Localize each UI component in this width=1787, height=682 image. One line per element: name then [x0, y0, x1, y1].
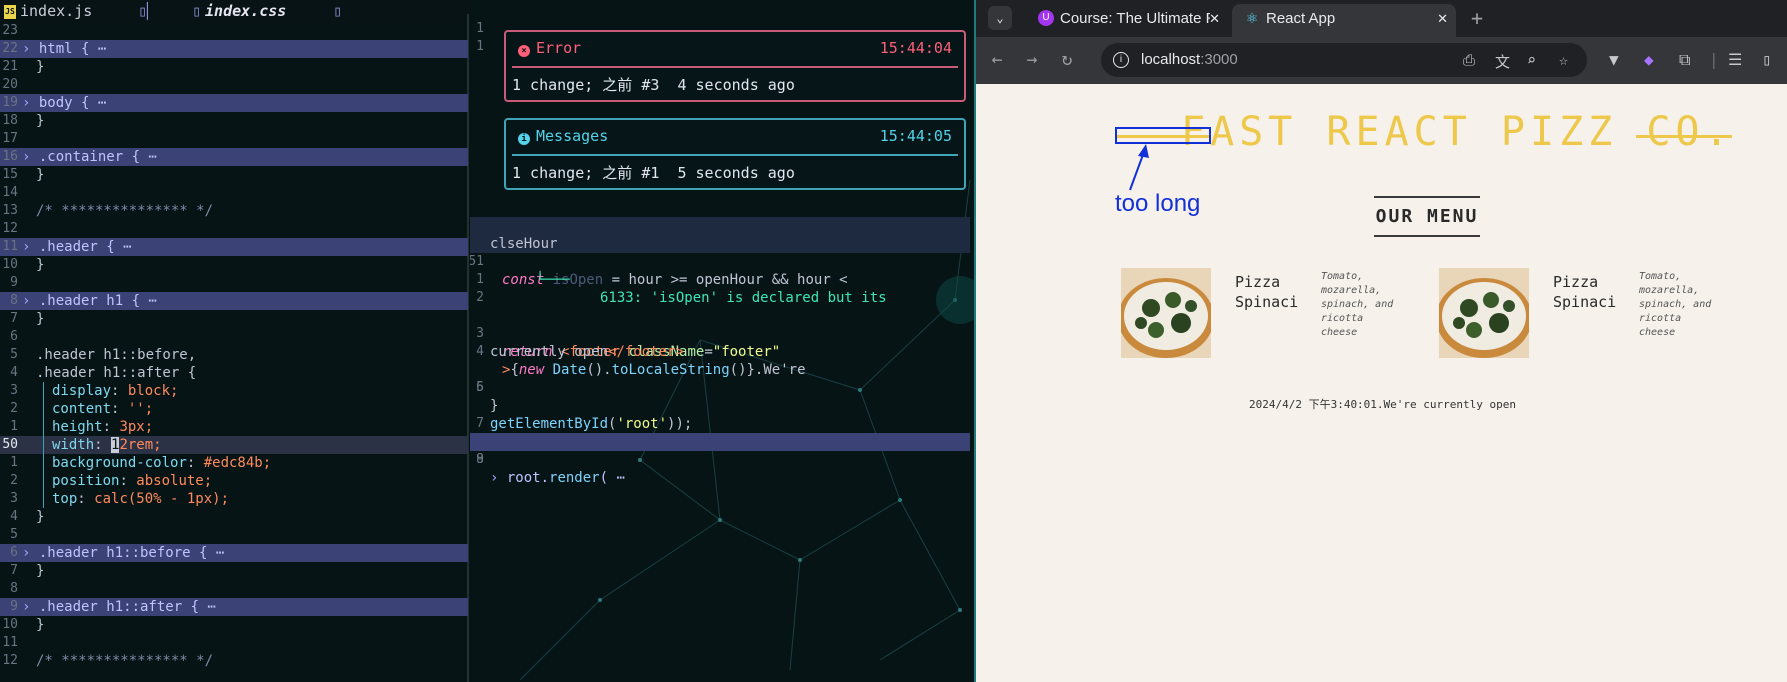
- fold-chevron-icon[interactable]: ›: [22, 149, 39, 165]
- annotation-text: too long: [1115, 190, 1201, 217]
- info-icon: i: [518, 133, 530, 145]
- code-line[interactable]: 7}: [0, 310, 468, 328]
- error-icon: ×: [518, 45, 530, 57]
- js-editor-pane[interactable]: 1 1 1 const clseHour = 23 💡 51 const isO…: [470, 0, 970, 682]
- extensions-puzzle-icon[interactable]: ⧉: [1679, 50, 1690, 70]
- js-file-icon: JS: [4, 4, 16, 19]
- bookmark-star-icon[interactable]: ☆: [1559, 51, 1568, 69]
- fold-chevron-icon[interactable]: ›: [22, 599, 39, 615]
- editor-tab-bar: JS index.js ▯▏ ▯ index.css ▯: [0, 0, 470, 22]
- text-cursor: 1: [111, 437, 120, 453]
- code-line[interactable]: 15}: [0, 166, 468, 184]
- code-line[interactable]: 4}: [0, 508, 468, 526]
- close-icon[interactable]: ✕: [1437, 4, 1448, 33]
- code-line[interactable]: 2 content: '';: [0, 400, 468, 418]
- code-line[interactable]: 12/* *************** */: [0, 652, 468, 670]
- tab-split-marker: ▯▏: [138, 2, 157, 20]
- fold-chevron-icon[interactable]: ›: [22, 545, 39, 561]
- side-panel-icon[interactable]: ▯: [1762, 50, 1772, 70]
- css-editor-pane[interactable]: 23 22 › html { ⋯ 21} 20 19 › body { ⋯ 18} 17 16 › …: [0, 22, 468, 682]
- code-line[interactable]: 21}: [0, 58, 468, 76]
- browser-tab-react-app[interactable]: ⚛ React App ✕: [1232, 4, 1456, 37]
- browser-window: ⌄ UCourse: The Ultimate React ✕ ⚛React A…: [974, 0, 1787, 682]
- pizza-card: Pizza Spinaci Tomato, mozarella, spinach, a…: [1439, 268, 1739, 368]
- logo-title: FAST REACT PIZZ CO.: [1181, 109, 1734, 155]
- reload-icon[interactable]: ↻: [1056, 49, 1078, 71]
- code-line[interactable]: 6 › .header h1::before { ⋯: [0, 544, 468, 562]
- address-bar[interactable]: i localhost:3000 ⎙ 文 ⌕ ☆: [1101, 43, 1587, 77]
- install-app-icon[interactable]: ⎙: [1463, 51, 1475, 69]
- forward-icon[interactable]: →: [1021, 49, 1043, 71]
- error-notification[interactable]: × Error 15:44:04 1 change; 之前 #3 4 seconds…: [504, 30, 966, 102]
- page-content: FAST REACT PIZZ CO. too long OUR MENU Pi…: [976, 84, 1787, 682]
- code-line[interactable]: 13/* *************** */: [0, 202, 468, 220]
- code-line[interactable]: 9: [0, 274, 468, 292]
- messages-notification[interactable]: i Messages 15:44:05 1 change; 之前 #1 5 seco…: [504, 118, 966, 190]
- code-line[interactable]: 50 width: 12rem;: [0, 436, 468, 454]
- code-line[interactable]: 8: [0, 580, 468, 598]
- code-line[interactable]: 19 › body { ⋯: [0, 94, 468, 112]
- code-line[interactable]: 14: [0, 184, 468, 202]
- page-footer: 2024/4/2 下午3:40:01.We're currently open: [1248, 398, 1517, 411]
- fold-chevron-icon[interactable]: ›: [22, 239, 39, 255]
- tab-index-js[interactable]: JS index.js: [4, 2, 92, 20]
- code-line[interactable]: 10}: [0, 256, 468, 274]
- tab-close-glyph[interactable]: ▯: [325, 2, 350, 20]
- code-line[interactable]: 23: [0, 22, 468, 40]
- udemy-icon: U: [1038, 10, 1054, 27]
- site-info-icon[interactable]: i: [1113, 52, 1129, 68]
- extension-shield-icon[interactable]: ◆: [1644, 50, 1654, 70]
- code-line[interactable]: 18}: [0, 112, 468, 130]
- code-line[interactable]: 10}: [0, 616, 468, 634]
- pizza-image: [1121, 268, 1211, 358]
- code-line[interactable]: 11: [0, 634, 468, 652]
- annotation-arrow: [1129, 144, 1149, 191]
- code-line[interactable]: 6: [0, 328, 468, 346]
- reading-list-icon[interactable]: ☰: [1728, 50, 1742, 70]
- new-tab-button[interactable]: +: [1471, 4, 1483, 32]
- react-icon: ⚛: [1245, 10, 1259, 27]
- pizza-image: [1439, 268, 1529, 358]
- back-icon[interactable]: ←: [986, 49, 1008, 71]
- tab-index-css[interactable]: ▯ index.css: [192, 2, 286, 20]
- pizza-card: Pizza Spinaci Tomato, mozarella, spinach, a…: [1121, 268, 1421, 368]
- warning-line[interactable]: 💡 51 const isOpen = hour >= openHour && …: [470, 217, 970, 288]
- code-line[interactable]: 7}: [0, 562, 468, 580]
- code-line[interactable]: 8 › .header h1 { ⋯: [0, 292, 468, 310]
- fold-chevron-icon[interactable]: ›: [22, 293, 39, 309]
- code-line[interactable]: 11 › .header { ⋯: [0, 238, 468, 256]
- indent-guide: [43, 382, 44, 508]
- code-line[interactable]: 5: [0, 526, 468, 544]
- code-line[interactable]: 20: [0, 76, 468, 94]
- translate-icon[interactable]: 文: [1495, 51, 1510, 72]
- css-file-icon: ▯: [192, 2, 202, 20]
- code-line[interactable]: 3 display: block;: [0, 382, 468, 400]
- extension-v-icon[interactable]: ▼: [1609, 50, 1619, 70]
- code-line[interactable]: 17: [0, 130, 468, 148]
- code-line[interactable]: 5 .header h1::before,: [0, 346, 468, 364]
- code-line[interactable]: 16 › .container { ⋯: [0, 148, 468, 166]
- code-line[interactable]: 22 › html { ⋯: [0, 40, 468, 58]
- fold-root-render[interactable]: 8 › root.render( ⋯: [470, 433, 970, 486]
- code-line[interactable]: 3 top: calc(50% - 1px);: [0, 490, 468, 508]
- code-line[interactable]: 12: [0, 220, 468, 238]
- code-line[interactable]: 9 › .header h1::after { ⋯: [0, 598, 468, 616]
- tab-search-icon[interactable]: ⌄: [988, 6, 1012, 30]
- menu-heading: OUR MENU: [1374, 196, 1480, 237]
- code-line[interactable]: 4 .header h1::after {: [0, 364, 468, 382]
- fold-chevron-icon[interactable]: ›: [22, 41, 39, 57]
- code-line[interactable]: 2 position: absolute;: [0, 472, 468, 490]
- close-icon[interactable]: ✕: [1209, 4, 1220, 33]
- code-line[interactable]: 1 height: 3px;: [0, 418, 468, 436]
- code-editor[interactable]: JS index.js ▯▏ ▯ index.css ▯ 23 22 › html { …: [0, 0, 974, 682]
- browser-tab-bar: ⌄ UCourse: The Ultimate React ✕ ⚛React A…: [976, 0, 1787, 37]
- browser-toolbar: ← → ↻ i localhost:3000 ⎙ 文 ⌕ ☆ ▼ ◆ ⧉ | ☰…: [976, 37, 1787, 84]
- zoom-icon[interactable]: ⌕: [1527, 51, 1536, 69]
- browser-tab-course[interactable]: UCourse: The Ultimate React ✕: [1026, 4, 1228, 37]
- fold-chevron-icon[interactable]: ›: [22, 95, 39, 111]
- code-line[interactable]: 1 background-color: #edc84b;: [0, 454, 468, 472]
- annotation-box: [1115, 127, 1211, 144]
